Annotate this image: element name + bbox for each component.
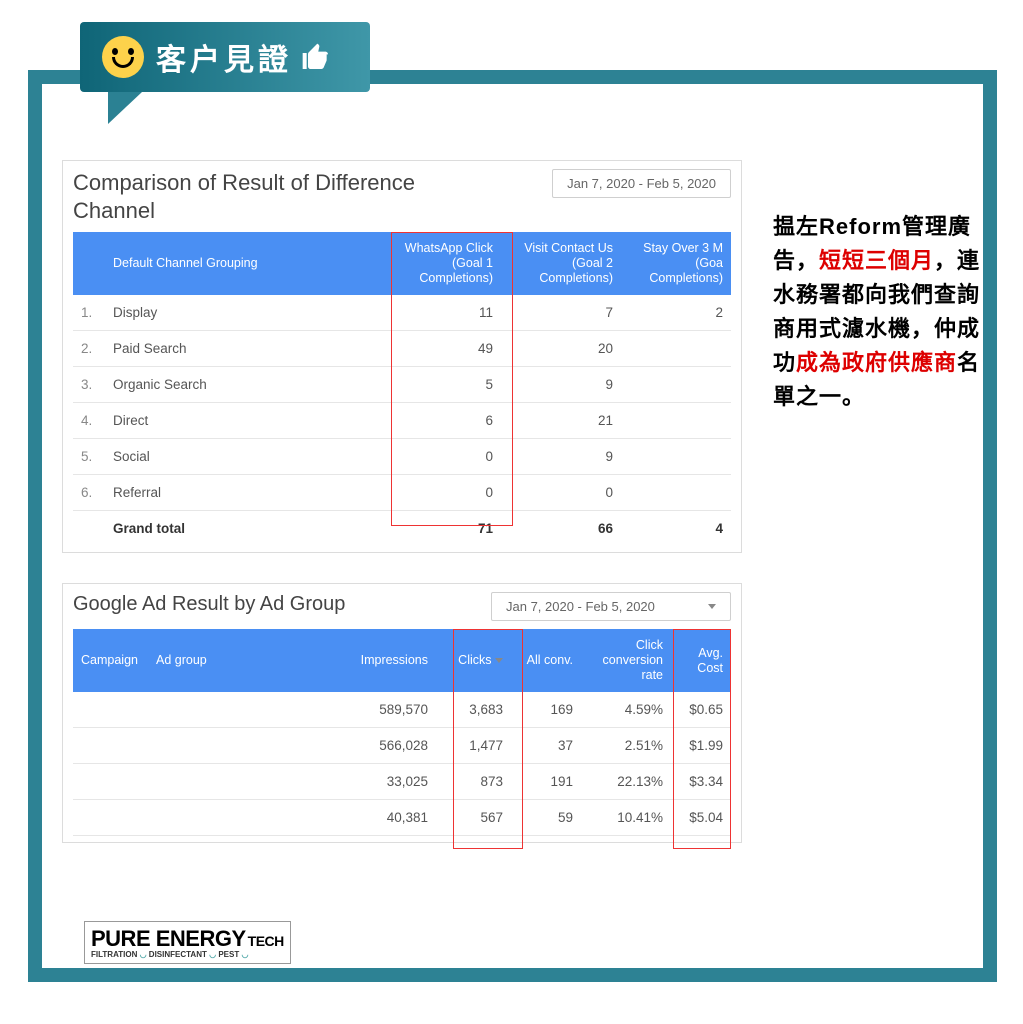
- sort-caret-icon: [495, 658, 503, 663]
- panel1-date-range[interactable]: Jan 7, 2020 - Feb 5, 2020: [552, 169, 731, 198]
- panel1-date-text: Jan 7, 2020 - Feb 5, 2020: [567, 176, 716, 191]
- table-row[interactable]: 1.Display1172: [73, 295, 731, 331]
- table-row[interactable]: 4.Direct621: [73, 403, 731, 439]
- thumbs-up-icon: [300, 41, 332, 73]
- col-visit[interactable]: Visit Contact Us (Goal 2 Completions): [501, 232, 621, 295]
- table-row[interactable]: 6.Referral00: [73, 475, 731, 511]
- table-row[interactable]: 5.Social09: [73, 439, 731, 475]
- table-row[interactable]: 566,0281,477372.51%$1.99: [73, 728, 731, 764]
- panel-channel-comparison: Comparison of Result of Difference Chann…: [62, 160, 742, 553]
- table-row[interactable]: 40,3815675910.41%$5.04: [73, 800, 731, 836]
- col-stay[interactable]: Stay Over 3 M (Goa Completions): [621, 232, 731, 295]
- grand-total-row: Grand total71664: [73, 511, 731, 547]
- panel2-date-text: Jan 7, 2020 - Feb 5, 2020: [506, 599, 655, 614]
- col-whatsapp[interactable]: WhatsApp Click (Goal 1 Completions): [381, 232, 501, 295]
- table-row[interactable]: 2.Paid Search4920: [73, 331, 731, 367]
- header-title: 客户見證: [156, 35, 292, 79]
- col-campaign[interactable]: Campaign: [73, 629, 148, 692]
- speech-bubble-header: 客户見證: [80, 22, 370, 92]
- chevron-down-icon: [708, 604, 716, 609]
- table-row[interactable]: 589,5703,6831694.59%$0.65: [73, 692, 731, 728]
- col-channel[interactable]: Default Channel Grouping: [105, 232, 381, 295]
- col-clicks[interactable]: Clicks: [436, 629, 511, 692]
- channel-table: Default Channel Grouping WhatsApp Click …: [73, 232, 731, 546]
- adgroup-table: Campaign Ad group Impressions Clicks All…: [73, 629, 731, 836]
- panel2-date-range[interactable]: Jan 7, 2020 - Feb 5, 2020: [491, 592, 731, 621]
- col-allconv[interactable]: All conv.: [511, 629, 581, 692]
- panel1-title: Comparison of Result of Difference Chann…: [73, 169, 443, 224]
- col-convrate[interactable]: Click conversion rate: [581, 629, 671, 692]
- testimonial-text: 揾左Reform管理廣告，短短三個月，連水務署都向我們查詢商用式濾水機，仲成功成…: [773, 210, 993, 415]
- table-row[interactable]: 3.Organic Search59: [73, 367, 731, 403]
- col-adgroup[interactable]: Ad group: [148, 629, 223, 692]
- table-row[interactable]: 33,02587319122.13%$3.34: [73, 764, 731, 800]
- panel2-title: Google Ad Result by Ad Group: [73, 592, 345, 617]
- pure-energy-logo: PURE ENERGYTECH FILTRATION ◡ DISINFECTAN…: [84, 921, 291, 964]
- panel-ad-group: Google Ad Result by Ad Group Jan 7, 2020…: [62, 583, 742, 843]
- col-avgcost[interactable]: Avg. Cost: [671, 629, 731, 692]
- col-impressions[interactable]: Impressions: [223, 629, 436, 692]
- smiley-icon: [102, 36, 144, 78]
